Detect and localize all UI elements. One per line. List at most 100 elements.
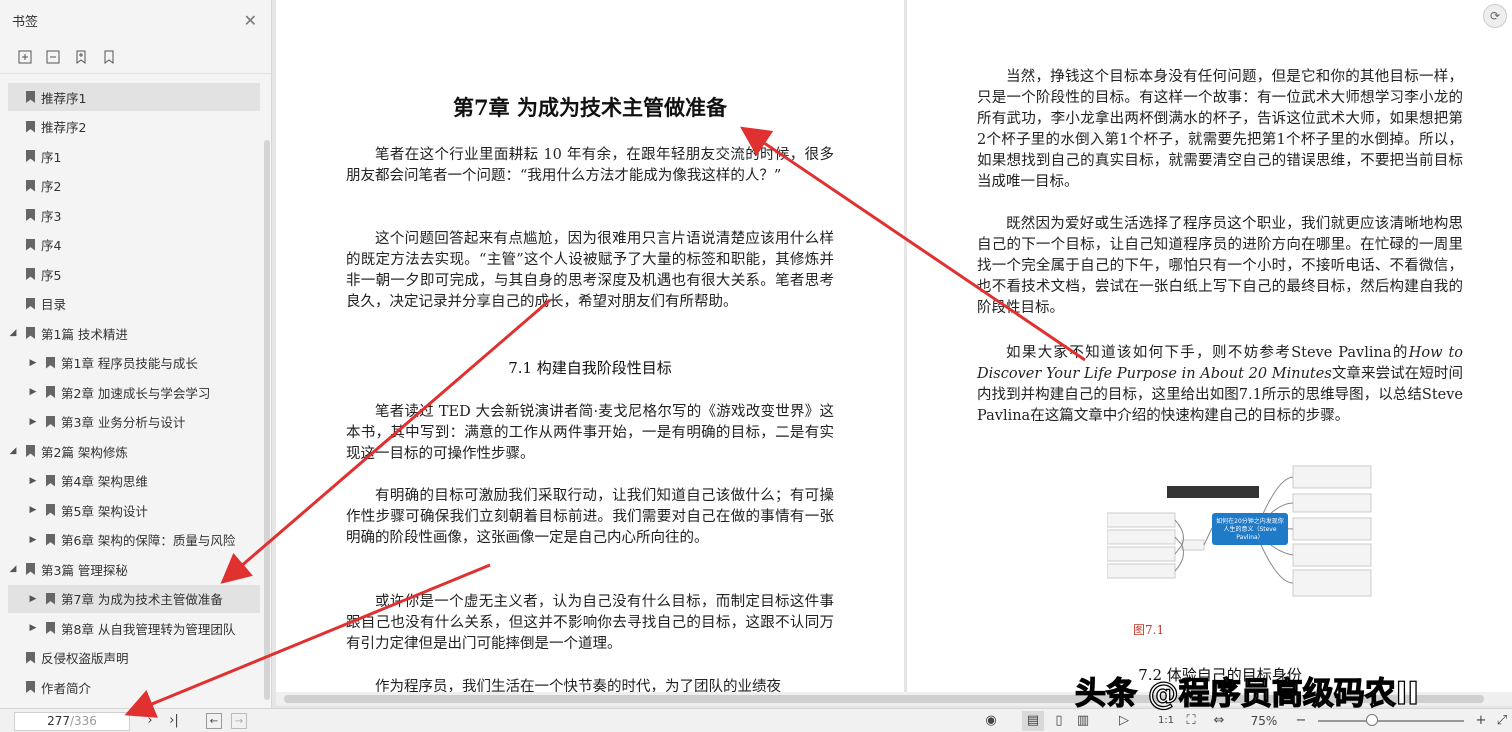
bookmark-item[interactable]: ◢ 第2篇 架构修炼 bbox=[8, 437, 260, 465]
bookmark-item[interactable]: 作者简介 bbox=[8, 673, 260, 701]
bookmark-icon bbox=[46, 504, 55, 516]
bookmark-icon[interactable] bbox=[100, 48, 118, 66]
bookmark-item[interactable]: ▶ 第7章 为成为技术主管做准备 bbox=[8, 584, 260, 613]
bookmark-label: 目录 bbox=[41, 297, 67, 312]
rotate-icon[interactable]: ⟳ bbox=[1483, 4, 1507, 28]
eye-icon[interactable]: ◉ bbox=[982, 711, 1000, 731]
bookmark-item[interactable]: ▶ 第3章 业务分析与设计 bbox=[8, 408, 260, 436]
bookmark-icon bbox=[26, 563, 35, 575]
bookmark-icon bbox=[46, 415, 55, 428]
expand-caret-icon[interactable]: ▶ bbox=[28, 358, 38, 368]
expand-caret-icon[interactable]: ▶ bbox=[28, 594, 38, 604]
bookmark-item[interactable]: ▶ 第1章 程序员技能与成长 bbox=[8, 349, 260, 377]
paragraph: 当然，挣钱这个目标本身没有任何问题，但是它和你的其他目标一样，只是一个阶段性的目… bbox=[977, 69, 1463, 190]
expand-caret-icon[interactable]: ▶ bbox=[28, 417, 38, 427]
forward-icon[interactable]: → bbox=[231, 713, 247, 729]
fit-width-icon[interactable]: ⇔ bbox=[1210, 711, 1228, 731]
bookmark-icon bbox=[46, 622, 55, 634]
next-page-icon[interactable]: › bbox=[143, 711, 157, 731]
bookmark-label: 第2章 加速成长与学会学习 bbox=[61, 385, 211, 401]
bookmark-item[interactable]: 目录 bbox=[8, 290, 260, 318]
bookmark-label: 序5 bbox=[41, 267, 62, 283]
expand-caret-icon[interactable]: ◢ bbox=[8, 328, 18, 338]
bookmark-label: 序2 bbox=[41, 179, 62, 194]
bookmark-toolbar bbox=[0, 40, 271, 74]
bookmark-icon bbox=[26, 120, 35, 133]
bookmark-item[interactable]: ▶ 第6章 架构的保障：质量与风险 bbox=[8, 526, 260, 554]
last-page-icon[interactable]: ›| bbox=[166, 711, 182, 731]
mindmap-figure: 如何在20分钟之内发现你人生的意义（Steve Pavlina） bbox=[1106, 458, 1387, 608]
expand-caret-icon[interactable]: ▶ bbox=[28, 476, 38, 486]
page-right: 当然，挣钱这个目标本身没有任何问题，但是它和你的其他目标一样，只是一个阶段性的目… bbox=[907, 0, 1512, 692]
bookmark-item[interactable]: ▶ 第4章 架构思维 bbox=[8, 467, 260, 495]
expand-caret-icon[interactable]: ◢ bbox=[8, 564, 18, 574]
bookmark-label: 反侵权盗版声明 bbox=[41, 651, 129, 666]
fit-page-icon[interactable]: ⛶ bbox=[1182, 711, 1200, 731]
zoom-out-icon[interactable]: − bbox=[1294, 711, 1308, 731]
double-page-icon[interactable]: ▥ bbox=[1072, 711, 1094, 731]
expand-all-icon[interactable] bbox=[16, 48, 34, 66]
bookmark-item[interactable]: 反侵权盗版声明 bbox=[8, 644, 260, 672]
close-icon[interactable]: ✕ bbox=[244, 11, 257, 30]
bookmark-icon bbox=[26, 179, 35, 192]
continuous-page-icon[interactable]: ▯ bbox=[1050, 711, 1068, 731]
bookmark-label: 第5章 架构设计 bbox=[61, 503, 148, 519]
bookmark-item[interactable]: ▶ 第5章 架构设计 bbox=[8, 496, 260, 524]
bookmark-item[interactable]: 序1 bbox=[8, 142, 260, 170]
page-number-input[interactable]: 277/336 bbox=[14, 712, 130, 731]
figure-caption: 图7.1 bbox=[1133, 623, 1165, 637]
bookmark-icon bbox=[26, 268, 35, 280]
mindmap-center-label: 如何在20分钟之内发现你人生的意义（Steve Pavlina） bbox=[1216, 518, 1284, 541]
back-icon[interactable]: ← bbox=[206, 713, 222, 729]
play-icon[interactable]: ▷ bbox=[1115, 711, 1133, 731]
actual-size-icon[interactable]: 1:1 bbox=[1156, 711, 1176, 731]
bookmark-icon bbox=[46, 533, 55, 546]
sidebar-scrollbar[interactable] bbox=[264, 140, 270, 700]
bookmark-item[interactable]: 序2 bbox=[8, 172, 260, 200]
bookmark-label: 第1篇 技术精进 bbox=[41, 326, 128, 342]
paragraph: 或许你是一个虚无主义者，认为自己没有什么目标，而制定目标这件事跟自己也没有什么关… bbox=[346, 594, 834, 652]
collapse-all-icon[interactable] bbox=[44, 48, 62, 66]
bookmark-item[interactable]: ◢ 第3篇 管理探秘 bbox=[8, 555, 260, 583]
bookmark-item[interactable]: ▶ 第8章 从自我管理转为管理团队 bbox=[8, 614, 260, 642]
bookmark-label: 第3篇 管理探秘 bbox=[41, 562, 128, 578]
bookmark-label: 序1 bbox=[41, 149, 62, 165]
paragraph: 笔者读过 TED 大会新锐演讲者简·麦戈尼格尔写的《游戏改变世界》这本书，其中写… bbox=[346, 404, 834, 462]
bookmark-label: 第7章 为成为技术主管做准备 bbox=[61, 592, 223, 607]
expand-caret-icon[interactable]: ▶ bbox=[28, 387, 38, 397]
bookmark-icon bbox=[26, 91, 35, 103]
bookmark-item[interactable]: 序4 bbox=[8, 231, 260, 259]
bookmark-label: 序3 bbox=[41, 208, 62, 224]
bookmark-icon bbox=[26, 209, 35, 221]
bookmark-label: 第6章 架构的保障：质量与风险 bbox=[61, 533, 236, 548]
add-bookmark-icon[interactable] bbox=[72, 48, 90, 66]
bookmark-icon bbox=[46, 356, 55, 369]
bookmark-icon bbox=[46, 474, 55, 487]
zoom-level[interactable]: 75% bbox=[1244, 711, 1284, 731]
bookmark-item[interactable]: 序5 bbox=[8, 260, 260, 288]
bookmark-item[interactable]: ▶ 第2章 加速成长与学会学习 bbox=[8, 378, 260, 406]
zoom-in-icon[interactable]: + bbox=[1474, 711, 1488, 731]
paragraph: 这个问题回答起来有点尴尬，因为很难用只言片语说清楚应该用什么样的既定方法去实现。… bbox=[346, 231, 834, 310]
bookmark-label: 第1章 程序员技能与成长 bbox=[61, 356, 198, 371]
bookmark-label: 第4章 架构思维 bbox=[61, 474, 148, 489]
section-heading: 7.1 构建自我阶段性目标 bbox=[508, 359, 672, 377]
expand-caret-icon[interactable]: ◢ bbox=[8, 446, 18, 456]
bookmark-icon bbox=[46, 386, 55, 398]
single-page-icon[interactable]: ▤ bbox=[1022, 711, 1044, 731]
bookmark-icon bbox=[26, 297, 35, 310]
bookmark-label: 第8章 从自我管理转为管理团队 bbox=[61, 621, 236, 637]
bookmark-icon bbox=[26, 150, 35, 162]
paragraph: 如果大家不知道该如何下手，则不妨参考Steve Pavlina的How to D… bbox=[977, 345, 1464, 424]
bookmark-label: 推荐序1 bbox=[41, 90, 87, 106]
bookmark-item[interactable]: 序3 bbox=[8, 201, 260, 229]
zoom-slider[interactable] bbox=[1318, 720, 1464, 722]
expand-caret-icon[interactable]: ▶ bbox=[28, 535, 38, 545]
bookmark-item[interactable]: 推荐序1 bbox=[8, 83, 260, 111]
bookmark-item[interactable]: ◢ 第1篇 技术精进 bbox=[8, 319, 260, 347]
expand-caret-icon[interactable]: ▶ bbox=[28, 623, 38, 633]
bookmark-item[interactable]: 推荐序2 bbox=[8, 113, 260, 141]
expand-caret-icon[interactable]: ▶ bbox=[28, 505, 38, 515]
fullscreen-icon[interactable]: ⤢ bbox=[1494, 711, 1510, 731]
zoom-slider-handle[interactable] bbox=[1366, 714, 1378, 726]
